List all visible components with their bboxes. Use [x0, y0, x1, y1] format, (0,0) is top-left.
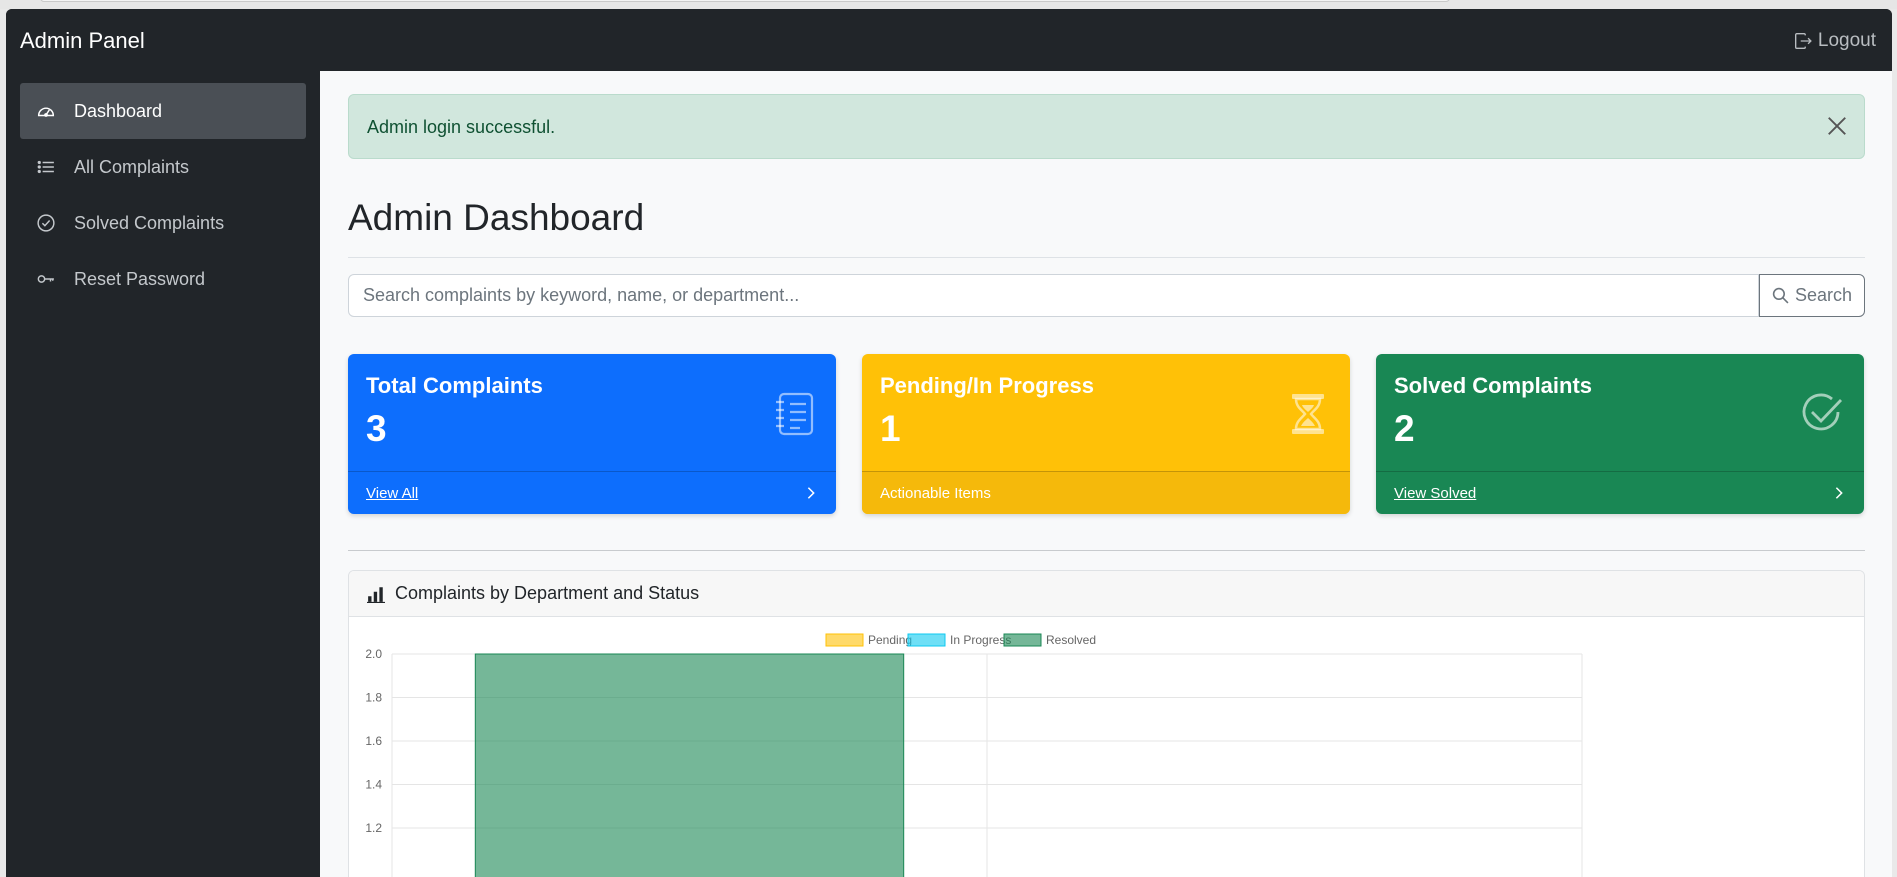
- browser-strip: [0, 0, 1897, 9]
- pending-card: Pending/In Progress 1 Actionable Items: [862, 354, 1350, 514]
- solved-complaints-card: Solved Complaints 2 View Solved: [1376, 354, 1864, 514]
- card-footer: View All: [348, 471, 836, 514]
- main-content: Admin login successful. Admin Dashboard …: [320, 71, 1892, 877]
- legend-swatch: [1003, 633, 1042, 647]
- chevron-right-icon[interactable]: [1832, 486, 1846, 500]
- card-title: Total Complaints: [366, 373, 543, 398]
- logout-icon: [1794, 33, 1812, 49]
- chart-title: Complaints by Department and Status: [395, 583, 700, 603]
- app-window: Admin Panel Logout Dashboard All Complai…: [6, 9, 1892, 877]
- alert-message: Admin login successful.: [367, 117, 556, 137]
- legend-label: Resolved: [1046, 633, 1096, 647]
- card-footer: View Solved: [1376, 471, 1864, 514]
- card-value: 1: [880, 408, 901, 449]
- card-value: 3: [366, 408, 387, 449]
- y-tick-label: 1.4: [365, 778, 382, 792]
- search-icon: [1772, 287, 1789, 304]
- sidebar-item-label: All Complaints: [74, 156, 190, 177]
- check-circle-icon: [36, 213, 56, 233]
- y-tick-label: 1.2: [365, 821, 382, 835]
- close-icon[interactable]: [1826, 115, 1848, 137]
- sidebar-item-all-complaints[interactable]: All Complaints: [20, 139, 306, 195]
- card-title: Pending/In Progress: [880, 373, 1094, 398]
- bar-resolved: [474, 653, 905, 877]
- page-title: Admin Dashboard: [348, 197, 645, 238]
- bar-chart: Pending In Progress Resolved 2.0 1.8 1.6 1.4 1.…: [365, 633, 1583, 877]
- check-circle-icon: [1802, 393, 1843, 431]
- sidebar-item-label: Solved Complaints: [74, 212, 225, 233]
- chart-panel: Complaints by Department and Status Pend…: [348, 570, 1865, 877]
- legend-swatch: [825, 633, 864, 647]
- hourglass-icon: [1292, 394, 1324, 434]
- view-all-link[interactable]: View All: [366, 485, 418, 502]
- legend-label: Pending: [868, 633, 912, 647]
- legend-swatch: [907, 633, 946, 647]
- actionable-items-text: Actionable Items: [880, 484, 991, 502]
- logout-link[interactable]: Logout: [1794, 30, 1876, 52]
- sidebar-item-label: Dashboard: [74, 100, 163, 121]
- search-input[interactable]: [348, 274, 1759, 317]
- section-divider: [348, 550, 1865, 551]
- sidebar-item-dashboard[interactable]: Dashboard: [20, 83, 306, 139]
- y-tick-label: 1.8: [365, 691, 382, 705]
- card-footer: Actionable Items: [862, 471, 1350, 514]
- search-button-label: Search: [1794, 285, 1853, 305]
- journal-list-icon: [776, 392, 814, 436]
- logout-label: Logout: [1817, 30, 1876, 51]
- sidebar: Dashboard All Complaints Solved Complain…: [6, 71, 320, 877]
- total-complaints-card: Total Complaints 3 View All: [348, 354, 836, 514]
- list-icon: [36, 157, 56, 177]
- sidebar-item-solved-complaints[interactable]: Solved Complaints: [20, 195, 306, 251]
- speedometer-icon: [36, 101, 56, 121]
- address-bar[interactable]: [40, 0, 1450, 2]
- y-tick-label: 2.0: [365, 647, 382, 661]
- brand[interactable]: Admin Panel: [20, 28, 145, 54]
- view-solved-link[interactable]: View Solved: [1394, 485, 1476, 502]
- top-navbar: Admin Panel Logout: [6, 9, 1892, 71]
- legend-label: In Progress: [950, 633, 1011, 647]
- sidebar-item-reset-password[interactable]: Reset Password: [20, 251, 306, 307]
- search-bar: Search: [348, 274, 1865, 317]
- chevron-right-icon[interactable]: [804, 486, 818, 500]
- card-value: 2: [1394, 408, 1415, 449]
- search-button[interactable]: Search: [1759, 274, 1865, 317]
- success-alert: Admin login successful.: [348, 94, 1865, 159]
- card-title: Solved Complaints: [1394, 373, 1593, 398]
- y-tick-label: 1.6: [365, 734, 382, 748]
- divider: [348, 257, 1865, 258]
- bar-chart-icon: [367, 586, 385, 603]
- chart-header: Complaints by Department and Status: [349, 571, 1864, 617]
- key-icon: [36, 269, 56, 289]
- sidebar-item-label: Reset Password: [74, 268, 206, 289]
